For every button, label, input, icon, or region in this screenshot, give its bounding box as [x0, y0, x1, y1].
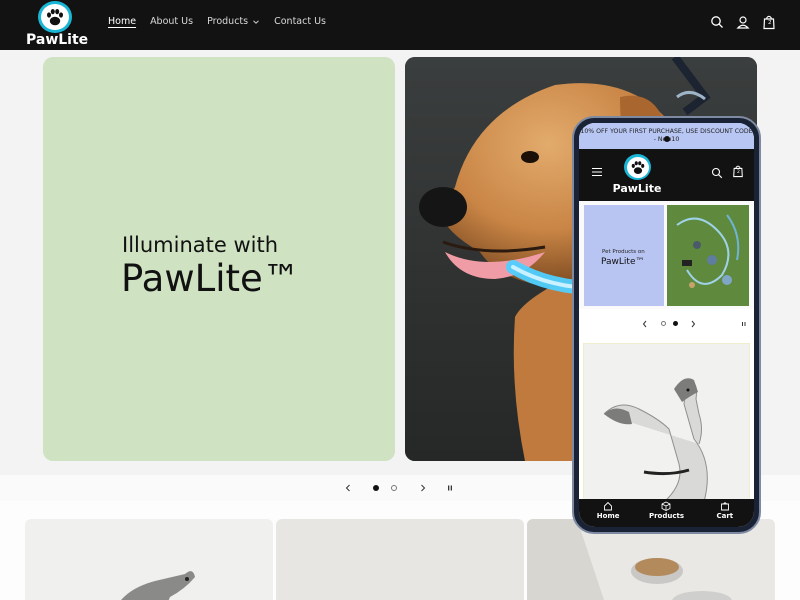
- search-icon[interactable]: [710, 14, 724, 30]
- mobile-nav-products-label: Products: [648, 512, 685, 520]
- mobile-bottom-nav: Home Products Cart: [579, 499, 754, 527]
- mobile-screen: 10% OFF YOUR FIRST PURCHASE, USE DISCOUN…: [579, 123, 754, 527]
- site-header: PawLite Home About Us Products Contact U…: [0, 0, 800, 50]
- mobile-nav-cart[interactable]: Cart: [696, 499, 754, 527]
- mobile-header: PawLite 2: [579, 149, 754, 201]
- camera-notch: [664, 136, 670, 142]
- mobile-nav-products[interactable]: Products: [637, 499, 695, 527]
- paw-logo-icon: [38, 1, 72, 33]
- home-icon: [604, 501, 613, 511]
- slide-dot-1[interactable]: [373, 485, 379, 491]
- greyhound-image: [121, 571, 195, 600]
- mobile-preview-device: 10% OFF YOUR FIRST PURCHASE, USE DISCOUN…: [572, 116, 761, 534]
- mobile-slide-next-icon[interactable]: [689, 319, 697, 329]
- brand-name: PawLite: [26, 32, 89, 48]
- page: PawLite Home About Us Products Contact U…: [0, 0, 800, 600]
- mobile-hero: Pet Products on PawLite™: [579, 201, 754, 309]
- mobile-brand-name: PawLite: [612, 182, 662, 195]
- slide-pause-icon[interactable]: [445, 482, 455, 494]
- product-card-1[interactable]: [25, 519, 273, 600]
- mobile-slide-dot-1[interactable]: [661, 321, 666, 326]
- mobile-hero-line1: Pet Products on: [602, 249, 645, 255]
- hero-heading-line1: Illuminate with: [122, 233, 279, 257]
- mobile-nav-home[interactable]: Home: [579, 499, 637, 527]
- mobile-slide-dot-2[interactable]: [673, 321, 678, 326]
- mobile-slide-pause-icon[interactable]: [740, 319, 748, 329]
- mobile-greyhound-card[interactable]: [583, 343, 750, 503]
- nav-products-label: Products: [207, 16, 249, 27]
- nav-contact-us[interactable]: Contact Us: [274, 16, 326, 28]
- slide-prev-icon[interactable]: [343, 482, 353, 494]
- header-actions: 2: [710, 14, 776, 30]
- box-icon: [662, 501, 671, 511]
- brand-logo[interactable]: PawLite: [26, 0, 89, 48]
- cart-count-badge: 2: [768, 20, 772, 26]
- main-nav: Home About Us Products Contact Us: [108, 16, 326, 28]
- chevron-down-icon: [253, 19, 259, 24]
- nav-home[interactable]: Home: [108, 16, 136, 28]
- mobile-product-section: [579, 339, 754, 503]
- mobile-hero-line2: PawLite™: [601, 257, 645, 267]
- mobile-search-icon[interactable]: [711, 167, 723, 179]
- slide-next-icon[interactable]: [418, 482, 428, 494]
- mobile-cart-button[interactable]: 2: [732, 164, 744, 178]
- nav-about-us[interactable]: About Us: [150, 16, 193, 28]
- product-card-2[interactable]: [276, 519, 524, 600]
- mobile-paw-logo-icon[interactable]: [624, 154, 651, 180]
- nav-products[interactable]: Products: [207, 16, 260, 28]
- hero-heading-line2: PawLite™: [121, 257, 300, 300]
- mobile-nav-home-label: Home: [596, 512, 620, 520]
- bag-icon: [720, 502, 729, 511]
- mobile-hero-text-card: Pet Products on PawLite™: [584, 205, 664, 306]
- cart-button[interactable]: 2: [762, 14, 776, 30]
- hamburger-menu-icon[interactable]: [591, 167, 603, 177]
- mobile-hero-products-image: [667, 205, 749, 306]
- mobile-slide-prev-icon[interactable]: [641, 319, 649, 329]
- greyhound-image: [603, 378, 708, 503]
- mobile-cart-count: 2: [737, 170, 740, 175]
- mobile-slider-controls: [579, 309, 754, 339]
- mobile-nav-cart-label: Cart: [716, 512, 734, 520]
- account-icon[interactable]: [736, 14, 750, 30]
- hero-text-panel: Illuminate with PawLite™: [43, 57, 395, 461]
- slide-dot-2[interactable]: [391, 485, 397, 491]
